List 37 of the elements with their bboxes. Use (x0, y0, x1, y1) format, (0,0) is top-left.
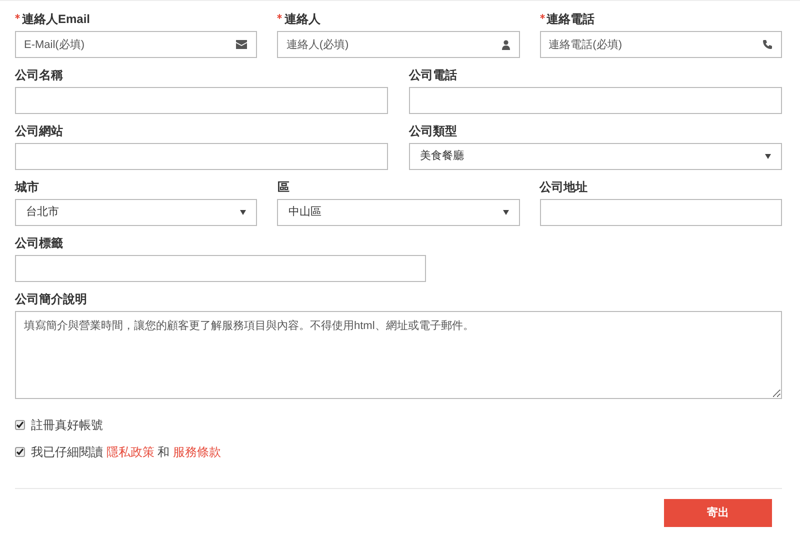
policy-link[interactable]: 隱私政策 (106, 445, 154, 459)
consent-text: 我已仔細閱讀 隱私政策 和 服務條款 (31, 444, 222, 461)
checkbox[interactable] (15, 447, 25, 457)
caret-icon (765, 154, 771, 159)
field-label: 公司地址 (540, 179, 588, 195)
submit-button[interactable]: 寄出 (664, 499, 772, 527)
input-field[interactable] (15, 143, 388, 170)
input-field[interactable]: E-Mail(必填) (15, 31, 258, 58)
field-label: 公司簡介說明 (15, 291, 87, 307)
checkbox-label: 註冊真好帳號 (31, 417, 103, 434)
envelope-icon (236, 40, 248, 49)
person-icon (502, 40, 510, 50)
dropdown[interactable]: 美食餐廳 (409, 143, 782, 170)
caret-icon (502, 210, 509, 215)
checkbox[interactable] (15, 420, 25, 430)
field-label: 公司標籤 (15, 235, 63, 251)
policy-link[interactable]: 服務條款 (173, 445, 222, 459)
field-label: 公司名稱 (15, 67, 63, 83)
input-field[interactable]: 連絡人(必填) (277, 31, 520, 58)
input-field[interactable] (540, 199, 782, 226)
field-label: 連絡電話 (546, 11, 595, 27)
field-label: 公司電話 (409, 67, 457, 83)
field-label: 連絡人 (284, 11, 320, 27)
input-field[interactable]: 連絡電話(必填) (540, 31, 782, 58)
field-label: 區 (277, 179, 290, 195)
field-label: 公司類型 (409, 123, 457, 139)
field-label: 城市 (15, 179, 39, 195)
dropdown[interactable]: 台北市 (15, 199, 258, 226)
dropdown[interactable]: 中山區 (277, 199, 520, 226)
description-field[interactable]: 填寫簡介與營業時間，讓您的顧客更了解服務項目與內容。不得使用html、網址或電子郵件。 (15, 311, 782, 399)
input-field[interactable] (15, 87, 388, 114)
field-label: 公司網站 (15, 123, 63, 139)
input-field[interactable] (15, 255, 426, 282)
caret-icon (240, 210, 246, 215)
input-field[interactable] (409, 87, 782, 114)
phone-icon (762, 40, 772, 49)
field-label: 連絡人Email (22, 11, 90, 27)
